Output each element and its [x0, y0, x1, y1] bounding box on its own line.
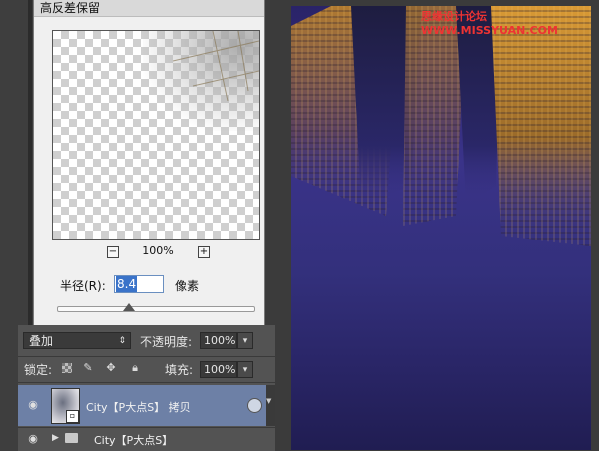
document-canvas[interactable]: [291, 6, 591, 450]
chevron-down-icon: ▾: [242, 336, 248, 346]
filter-preview[interactable]: [52, 30, 260, 240]
layer-effect-icon[interactable]: [247, 398, 262, 413]
radius-slider-thumb[interactable]: [123, 303, 135, 311]
layers-panel: 叠加 ⇕ 不透明度: 100% ▾ 锁定: ✎ ✥ 🔒︎ 填充: 100% ▾ …: [18, 325, 275, 451]
visibility-eye-icon[interactable]: ◉: [26, 399, 40, 411]
group-layer-name[interactable]: City【P大点S】: [94, 432, 173, 448]
lock-all-padlock-icon[interactable]: 🔒︎: [129, 362, 141, 374]
divider: [18, 427, 275, 428]
radius-unit-label: 像素: [175, 279, 200, 293]
lock-label: 锁定:: [24, 363, 53, 377]
blend-mode-value: 叠加: [29, 334, 54, 348]
city-buildings-image: [291, 6, 591, 246]
layer-thumbnail: ▫: [51, 388, 80, 424]
chevron-down-icon: ▾: [242, 365, 248, 375]
lock-pixels-brush-icon[interactable]: ✎: [82, 362, 94, 374]
layers-scrollbar[interactable]: ▼: [266, 385, 275, 426]
opacity-dropdown-button[interactable]: ▾: [237, 332, 253, 349]
zoom-level: 100%: [142, 244, 174, 257]
opacity-label: 不透明度:: [140, 335, 193, 349]
fill-label: 填充:: [165, 363, 194, 377]
dialog-title-bar[interactable]: 高反差保留: [34, 0, 264, 17]
scroll-down-icon: ▼: [266, 397, 272, 405]
radius-input[interactable]: 8.4: [114, 275, 164, 293]
divider: [18, 356, 275, 357]
opacity-input[interactable]: 100%: [200, 332, 237, 349]
high-pass-dialog: 高反差保留 − 100% + 半径(R): 8.4 像素: [33, 0, 265, 325]
updown-arrows-icon: ⇕: [118, 336, 126, 346]
watermark-text: 思缘设计论坛 WWW.MISSYUAN.COM: [421, 10, 558, 37]
radius-label: 半径(R):: [60, 279, 106, 293]
preview-grid-lines: [172, 31, 259, 102]
visibility-eye-icon[interactable]: ◉: [26, 433, 40, 445]
smart-object-icon: ▫: [66, 410, 79, 423]
expand-triangle-icon[interactable]: ▶: [52, 433, 59, 443]
layer-name[interactable]: City【P大点S】 拷贝: [86, 399, 191, 415]
blend-mode-select[interactable]: 叠加 ⇕: [23, 332, 131, 349]
radius-value[interactable]: 8.4: [116, 276, 138, 292]
folder-icon: [65, 433, 78, 443]
lock-position-move-icon[interactable]: ✥: [105, 362, 117, 374]
radius-slider-track[interactable]: [57, 306, 255, 312]
fill-input[interactable]: 100%: [200, 361, 237, 378]
zoom-out-button[interactable]: −: [107, 246, 119, 258]
fill-dropdown-button[interactable]: ▾: [237, 361, 253, 378]
dialog-title: 高反差保留: [40, 1, 101, 15]
divider: [18, 382, 275, 383]
zoom-in-button[interactable]: +: [198, 246, 210, 258]
lock-transparency-icon[interactable]: [62, 363, 72, 373]
